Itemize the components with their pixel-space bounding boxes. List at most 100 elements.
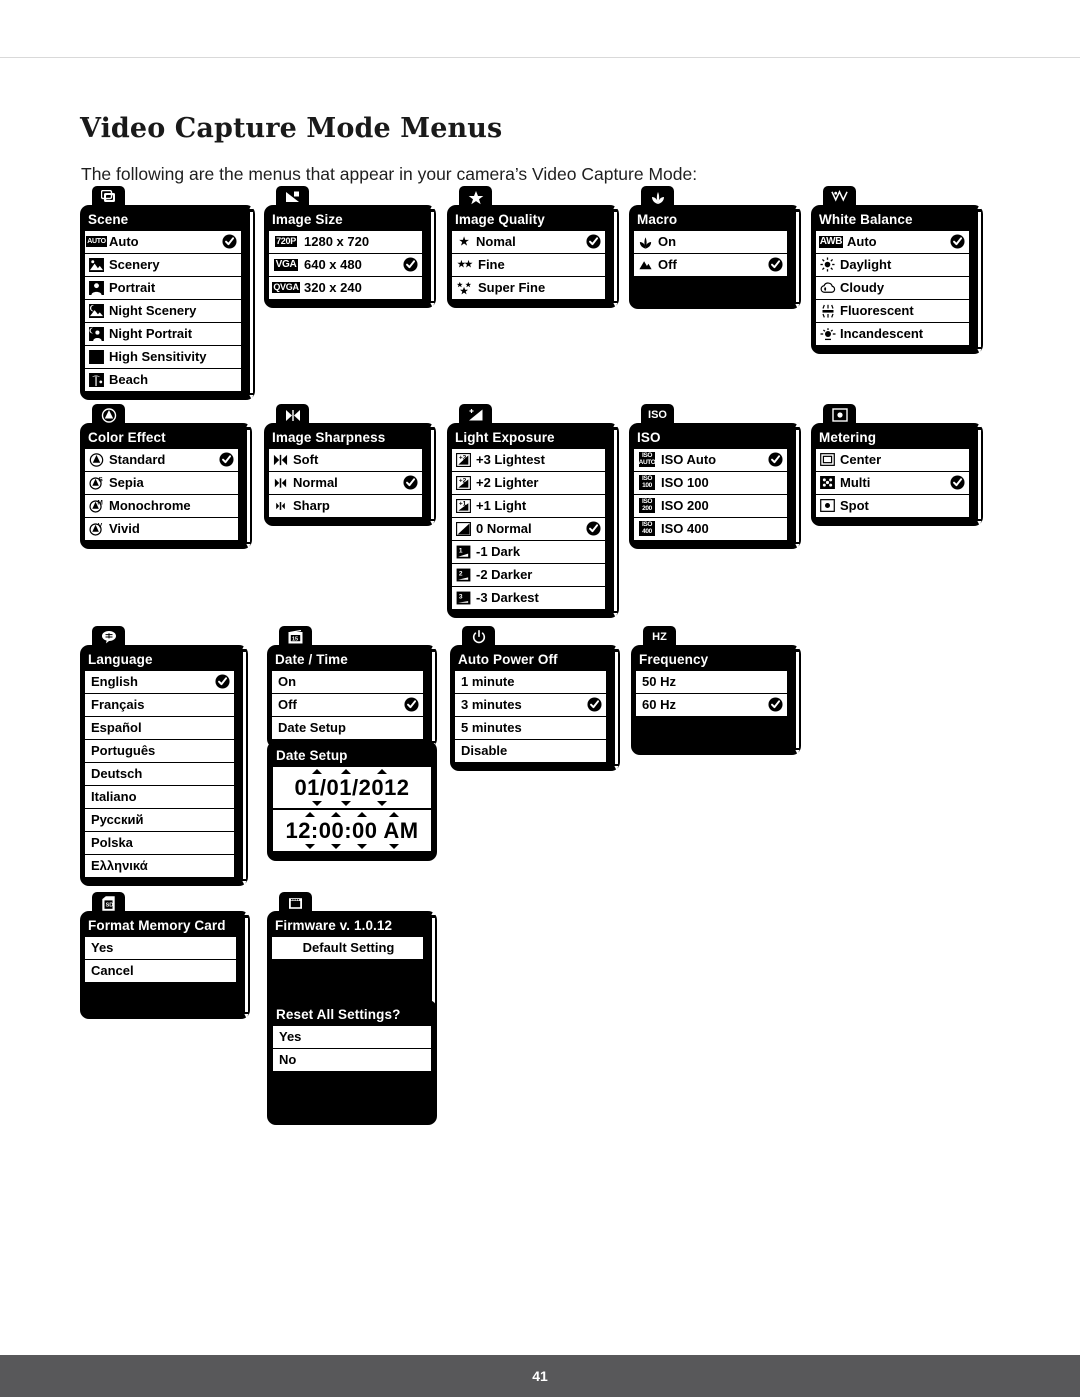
list-item[interactable]: Polska: [85, 832, 234, 854]
scroll-track[interactable]: [977, 211, 982, 348]
list-item[interactable]: On: [634, 231, 787, 253]
list-item[interactable]: 2 -2 Darker: [452, 564, 605, 586]
scroll-down-arrow[interactable]: ▼: [612, 302, 619, 309]
scroll-down-arrow[interactable]: ▼: [429, 520, 436, 527]
list-item[interactable]: Center: [816, 449, 969, 471]
scroll-track[interactable]: [977, 429, 982, 520]
scroll-down-arrow[interactable]: ▼: [429, 302, 436, 309]
list-item[interactable]: Incandescent: [816, 323, 969, 345]
list-item[interactable]: QVGA 320 x 240: [269, 277, 422, 299]
list-item[interactable]: Yes: [85, 937, 236, 959]
list-item[interactable]: AWB Auto: [816, 231, 969, 253]
scrollbar[interactable]: ▲▼: [794, 204, 801, 310]
scroll-up-arrow[interactable]: ▲: [429, 204, 436, 211]
list-item[interactable]: Multi: [816, 472, 969, 494]
list-item[interactable]: Sharp: [269, 495, 422, 517]
scroll-up-arrow[interactable]: ▲: [248, 204, 255, 211]
scroll-track[interactable]: [795, 211, 800, 303]
scroll-track[interactable]: [430, 429, 435, 520]
scroll-down-arrow[interactable]: ▼: [243, 1013, 250, 1020]
scroll-up-arrow[interactable]: ▲: [794, 204, 801, 211]
scrollbar[interactable]: ▲▼: [976, 204, 983, 355]
scrollbar[interactable]: ▲▼: [612, 422, 619, 619]
list-item[interactable]: Night Scenery: [85, 300, 241, 322]
list-item[interactable]: Soft: [269, 449, 422, 471]
list-item[interactable]: Normal: [269, 472, 422, 494]
scrollbar[interactable]: ▲▼: [243, 910, 250, 1020]
scrollbar[interactable]: ▲▼: [976, 422, 983, 527]
list-item[interactable]: ISO 400 ISO 400: [634, 518, 787, 540]
list-item[interactable]: Spot: [816, 495, 969, 517]
scroll-track[interactable]: [613, 211, 618, 302]
list-item[interactable]: 720P 1280 x 720: [269, 231, 422, 253]
list-item[interactable]: On: [272, 671, 423, 693]
list-item[interactable]: ISO AUTO ISO Auto: [634, 449, 787, 471]
scroll-down-arrow[interactable]: ▼: [613, 765, 620, 772]
list-item[interactable]: Fluorescent: [816, 300, 969, 322]
scroll-down-arrow[interactable]: ▼: [248, 394, 255, 401]
list-item[interactable]: 3 minutes: [455, 694, 606, 716]
list-item[interactable]: Default Setting: [272, 937, 423, 959]
scroll-track[interactable]: [795, 429, 800, 543]
scroll-down-arrow[interactable]: ▼: [245, 543, 252, 550]
scrollbar[interactable]: ▲▼: [430, 644, 437, 749]
list-item[interactable]: 5 minutes: [455, 717, 606, 739]
scroll-up-arrow[interactable]: ▲: [612, 204, 619, 211]
list-item[interactable]: 1 minute: [455, 671, 606, 693]
scroll-track[interactable]: [614, 651, 619, 765]
scroll-down-arrow[interactable]: ▼: [241, 880, 248, 887]
list-item[interactable]: Português: [85, 740, 234, 762]
scroll-track[interactable]: [246, 429, 251, 543]
scroll-up-arrow[interactable]: ▲: [794, 422, 801, 429]
list-item[interactable]: V Vivid: [85, 518, 238, 540]
scroll-up-arrow[interactable]: ▲: [794, 644, 801, 651]
scroll-track[interactable]: [613, 429, 618, 612]
list-item[interactable]: High Sensitivity: [85, 346, 241, 368]
list-item[interactable]: M Monochrome: [85, 495, 238, 517]
list-item[interactable]: Scenery: [85, 254, 241, 276]
scrollbar[interactable]: ▲▼: [248, 204, 255, 401]
list-item[interactable]: Русский: [85, 809, 234, 831]
list-item[interactable]: Beach: [85, 369, 241, 391]
scrollbar[interactable]: ▲▼: [612, 204, 619, 309]
scroll-up-arrow[interactable]: ▲: [243, 910, 250, 917]
scroll-track[interactable]: [244, 917, 249, 1013]
list-item[interactable]: Off: [634, 254, 787, 276]
list-item[interactable]: Deutsch: [85, 763, 234, 785]
list-item[interactable]: ★ Nomal: [452, 231, 605, 253]
list-item[interactable]: Portrait: [85, 277, 241, 299]
list-item[interactable]: No: [273, 1049, 431, 1071]
list-item[interactable]: Cancel: [85, 960, 236, 982]
list-item[interactable]: 3 -3 Darkest: [452, 587, 605, 609]
list-item[interactable]: S Sepia: [85, 472, 238, 494]
list-item[interactable]: Date Setup: [272, 717, 423, 739]
list-item[interactable]: Standard: [85, 449, 238, 471]
scrollbar[interactable]: ▲▼: [794, 644, 801, 756]
scroll-down-arrow[interactable]: ▼: [976, 348, 983, 355]
list-item[interactable]: +3 +3 Lightest: [452, 449, 605, 471]
time-value-field[interactable]: 12:00:00 AM: [273, 810, 431, 851]
scroll-up-arrow[interactable]: ▲: [612, 422, 619, 429]
scroll-track[interactable]: [431, 651, 436, 742]
scroll-down-arrow[interactable]: ▼: [794, 543, 801, 550]
date-value-field[interactable]: 01/01/2012: [273, 767, 431, 808]
scroll-up-arrow[interactable]: ▲: [976, 204, 983, 211]
list-item[interactable]: AUTO Auto: [85, 231, 241, 253]
list-item[interactable]: 50 Hz: [636, 671, 787, 693]
scroll-down-arrow[interactable]: ▼: [612, 612, 619, 619]
list-item[interactable]: VGA 640 x 480: [269, 254, 422, 276]
scroll-up-arrow[interactable]: ▲: [430, 910, 437, 917]
scrollbar[interactable]: ▲▼: [794, 422, 801, 550]
list-item[interactable]: ISO 100 ISO 100: [634, 472, 787, 494]
list-item[interactable]: Off: [272, 694, 423, 716]
list-item[interactable]: English: [85, 671, 234, 693]
list-item[interactable]: Yes: [273, 1026, 431, 1048]
list-item[interactable]: Super Fine: [452, 277, 605, 299]
scrollbar[interactable]: ▲▼: [429, 204, 436, 309]
list-item[interactable]: Français: [85, 694, 234, 716]
list-item[interactable]: Disable: [455, 740, 606, 762]
list-item[interactable]: +2 +2 Lighter: [452, 472, 605, 494]
scroll-up-arrow[interactable]: ▲: [430, 644, 437, 651]
list-item[interactable]: Italiano: [85, 786, 234, 808]
scroll-up-arrow[interactable]: ▲: [429, 422, 436, 429]
